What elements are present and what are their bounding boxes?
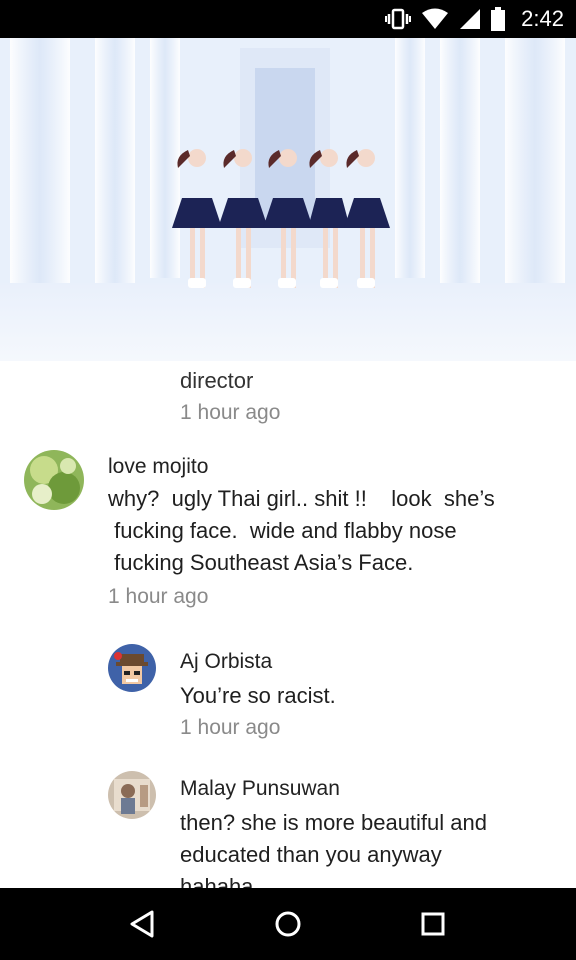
comment-line: fucking face. wide and flabby nose: [108, 518, 457, 543]
reply-line: educated than you anyway: [180, 842, 442, 867]
cell-signal-icon: [459, 8, 481, 30]
home-icon[interactable]: [273, 909, 303, 939]
reply-author[interactable]: Malay Punsuwan: [180, 777, 487, 801]
back-icon[interactable]: [128, 909, 158, 939]
comments-list[interactable]: director 1 hour ago love mojito why? ugl…: [0, 361, 576, 888]
reply-text: You’re so racist.: [180, 683, 336, 708]
reply-time: 1 hour ago: [180, 401, 281, 424]
comment-author[interactable]: love mojito: [108, 455, 495, 479]
video-player[interactable]: [0, 38, 576, 361]
reply-time: 1 hour ago: [180, 716, 281, 739]
battery-icon: [491, 7, 506, 31]
comment-time: 1 hour ago: [108, 585, 209, 608]
navigation-bar: [0, 888, 576, 960]
reply-author[interactable]: Aj Orbista: [180, 650, 336, 674]
comment-line: fucking Southeast Asia’s Face.: [108, 550, 414, 575]
avatar[interactable]: [108, 644, 156, 692]
reply-line: then? she is more beautiful and: [180, 810, 487, 835]
reply-line: hahaha: [180, 874, 254, 888]
reply-text: then? she is more beautiful and educated…: [180, 807, 487, 888]
clock: 2:42: [521, 6, 564, 31]
reply-text: director: [180, 368, 254, 393]
wifi-icon: [421, 8, 449, 30]
comment-text: why? ugly Thai girl.. shit !! look she’s…: [108, 483, 495, 579]
video-thumbnail: [0, 38, 576, 361]
reply-partial: director 1 hour ago: [180, 365, 280, 425]
comment-line: why? ugly Thai girl.. shit !! look she’s: [108, 486, 495, 511]
avatar[interactable]: [24, 450, 84, 510]
recents-icon[interactable]: [418, 909, 448, 939]
vibrate-icon: [385, 8, 412, 30]
avatar[interactable]: [108, 771, 156, 819]
status-bar: 2:42: [0, 0, 576, 38]
